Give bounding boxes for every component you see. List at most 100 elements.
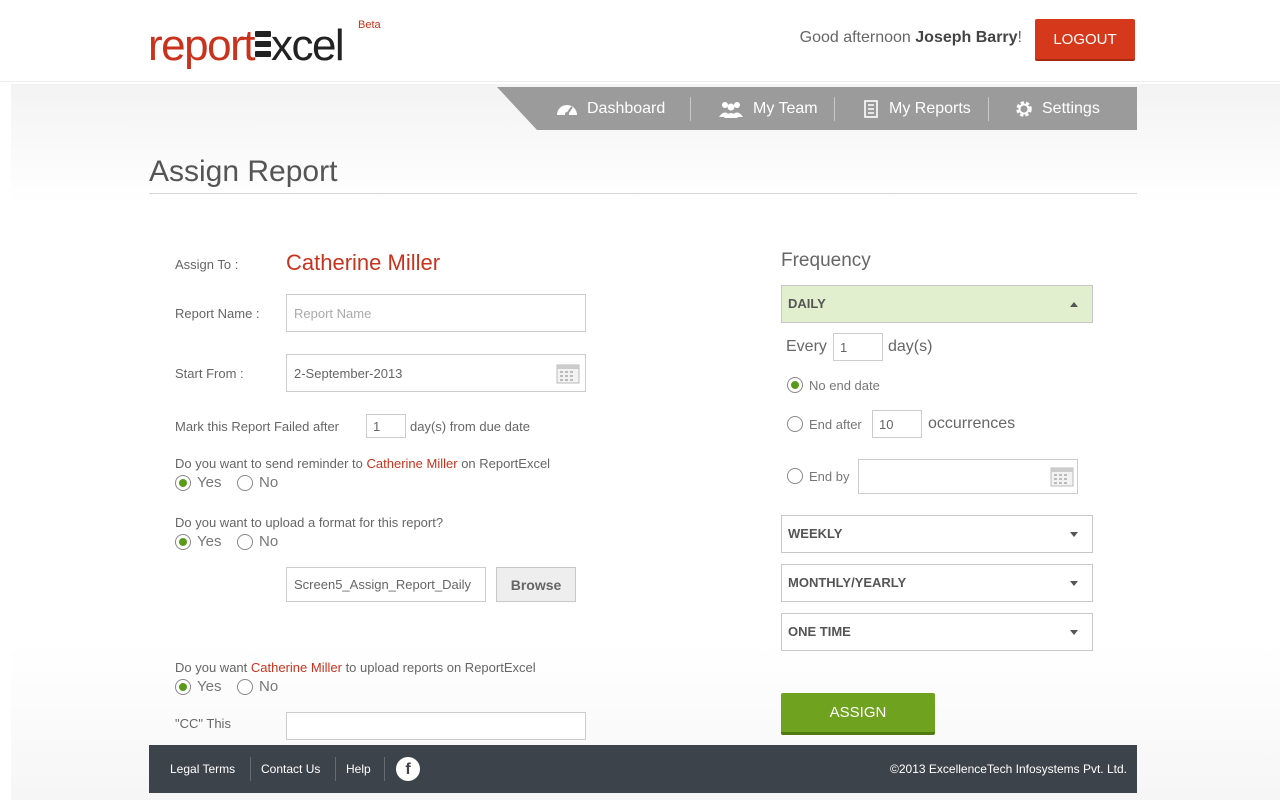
daily-label: DAILY [788,296,826,311]
footer-link-legal-terms[interactable]: Legal Terms [170,745,235,793]
radio-label: Yes [197,474,222,491]
nav-item-my-team[interactable]: My Team [717,87,818,130]
greeting-text: Good afternoon Joseph Barry! [800,29,1022,47]
nav-label-my-reports: My Reports [889,100,971,117]
end-by-date-input[interactable] [858,459,1078,494]
report-name-input[interactable] [286,294,586,332]
weekly-dropdown[interactable]: WEEKLY [781,515,1093,553]
footer-divider [250,757,251,781]
facebook-icon[interactable]: f [396,757,420,781]
logo-e-mark-icon [254,31,271,61]
failed-after-days-input[interactable] [366,414,406,438]
top-header: report xcel Beta Good afternoon Joseph Ba… [0,0,1280,82]
nav-divider [988,97,989,121]
nav-item-my-reports[interactable]: My Reports [861,87,971,130]
radio-selected-icon [787,377,803,393]
mark-failed-suffix: day(s) from due date [410,419,530,434]
assign-button[interactable]: ASSIGN [781,693,935,735]
chevron-down-icon [1070,630,1078,635]
chevron-down-icon [1070,532,1078,537]
user-name: Joseph Barry [915,29,1018,46]
no-end-date-radio[interactable]: No end date [787,377,880,393]
main-nav: Dashboard My Team My Reports Settings [497,87,1137,130]
start-from-label: Start From : [175,366,244,381]
greeting-label: Good afternoon [799,29,911,46]
upload-reports-yes-radio[interactable]: Yes [175,678,221,695]
radio-selected-icon [175,474,191,491]
logo-text-report: report [148,21,255,70]
reminder-q-name: Catherine Miller [366,456,458,471]
end-by-radio[interactable]: End by [787,468,849,484]
reminder-yes-radio[interactable]: Yes [175,474,221,491]
upload-q-suffix: to upload reports on ReportExcel [345,660,536,675]
radio-label: End after [809,416,862,432]
footer-link-contact-us[interactable]: Contact Us [261,745,320,793]
radio-unselected-icon [237,533,253,550]
nav-item-settings[interactable]: Settings [1014,87,1100,130]
assignee-name: Catherine Miller [286,250,441,275]
logo-text-xcel: xcel [270,21,345,70]
chevron-up-icon [1070,302,1078,307]
dashboard-icon [557,104,577,116]
nav-label-settings: Settings [1042,100,1100,117]
weekly-label: WEEKLY [788,526,843,541]
upload-format-no-radio[interactable]: No [237,533,278,550]
upload-format-yes-radio[interactable]: Yes [175,533,221,550]
calendar-icon[interactable] [556,362,580,384]
occurrences-input[interactable] [872,410,922,438]
occurrences-label: occurrences [928,415,1016,432]
page-title: Assign Report [149,155,338,188]
radio-unselected-icon [237,678,253,695]
radio-unselected-icon [787,416,803,432]
radio-label: No [259,533,279,550]
nav-divider [834,97,835,121]
nav-item-dashboard[interactable]: Dashboard [555,87,665,130]
radio-label: Yes [197,678,222,695]
team-icon [719,101,743,118]
cc-input[interactable] [286,712,586,740]
upload-format-question: Do you want to upload a format for this … [175,515,444,530]
reminder-q-prefix: Do you want to send reminder to [175,456,363,471]
nav-label-dashboard: Dashboard [587,100,666,117]
upload-reports-no-radio[interactable]: No [237,678,278,695]
radio-selected-icon [175,533,191,550]
radio-unselected-icon [237,474,253,491]
radio-label: End by [809,468,850,484]
mark-failed-label: Mark this Report Failed after [175,419,340,434]
one-time-label: ONE TIME [788,624,851,639]
cc-label: "CC" This [175,716,231,731]
footer-divider [335,757,336,781]
monthly-yearly-dropdown[interactable]: MONTHLY/YEARLY [781,564,1093,602]
daily-dropdown[interactable]: DAILY [781,285,1093,323]
radio-selected-icon [175,678,191,695]
reports-icon [864,99,878,118]
radio-label: No [259,678,279,695]
reminder-question: Do you want to send reminder to Catherin… [175,456,550,471]
nav-label-my-team: My Team [753,100,818,117]
frequency-title: Frequency [781,250,871,271]
reminder-no-radio[interactable]: No [237,474,278,491]
browse-button[interactable]: Browse [496,567,576,602]
radio-label: No end date [809,377,880,393]
footer-link-help[interactable]: Help [346,745,371,793]
radio-unselected-icon [787,468,803,484]
format-file-input[interactable] [286,567,486,602]
title-divider [149,193,1137,194]
reportexcel-logo[interactable]: report xcel Beta [148,18,381,74]
one-time-dropdown[interactable]: ONE TIME [781,613,1093,651]
end-after-radio[interactable]: End after [787,416,862,432]
start-date-input[interactable] [286,354,586,392]
beta-badge: Beta [358,19,381,31]
days-unit-label: day(s) [888,338,933,355]
copyright-text: ©2013 ExcellenceTech Infosystems Pvt. Lt… [890,762,1127,776]
every-days-input[interactable] [833,333,883,361]
upload-q-name: Catherine Miller [250,660,342,675]
reminder-q-suffix: on ReportExcel [461,456,551,471]
footer: Legal Terms Contact Us Help f ©2013 Exce… [149,745,1137,793]
assign-to-label: Assign To : [175,257,239,272]
upload-reports-question: Do you want Catherine Miller to upload r… [175,660,536,675]
chevron-down-icon [1070,581,1078,586]
logout-button[interactable]: LOGOUT [1035,19,1135,61]
greeting-suffix: ! [1017,29,1022,46]
calendar-icon[interactable] [1050,465,1074,487]
